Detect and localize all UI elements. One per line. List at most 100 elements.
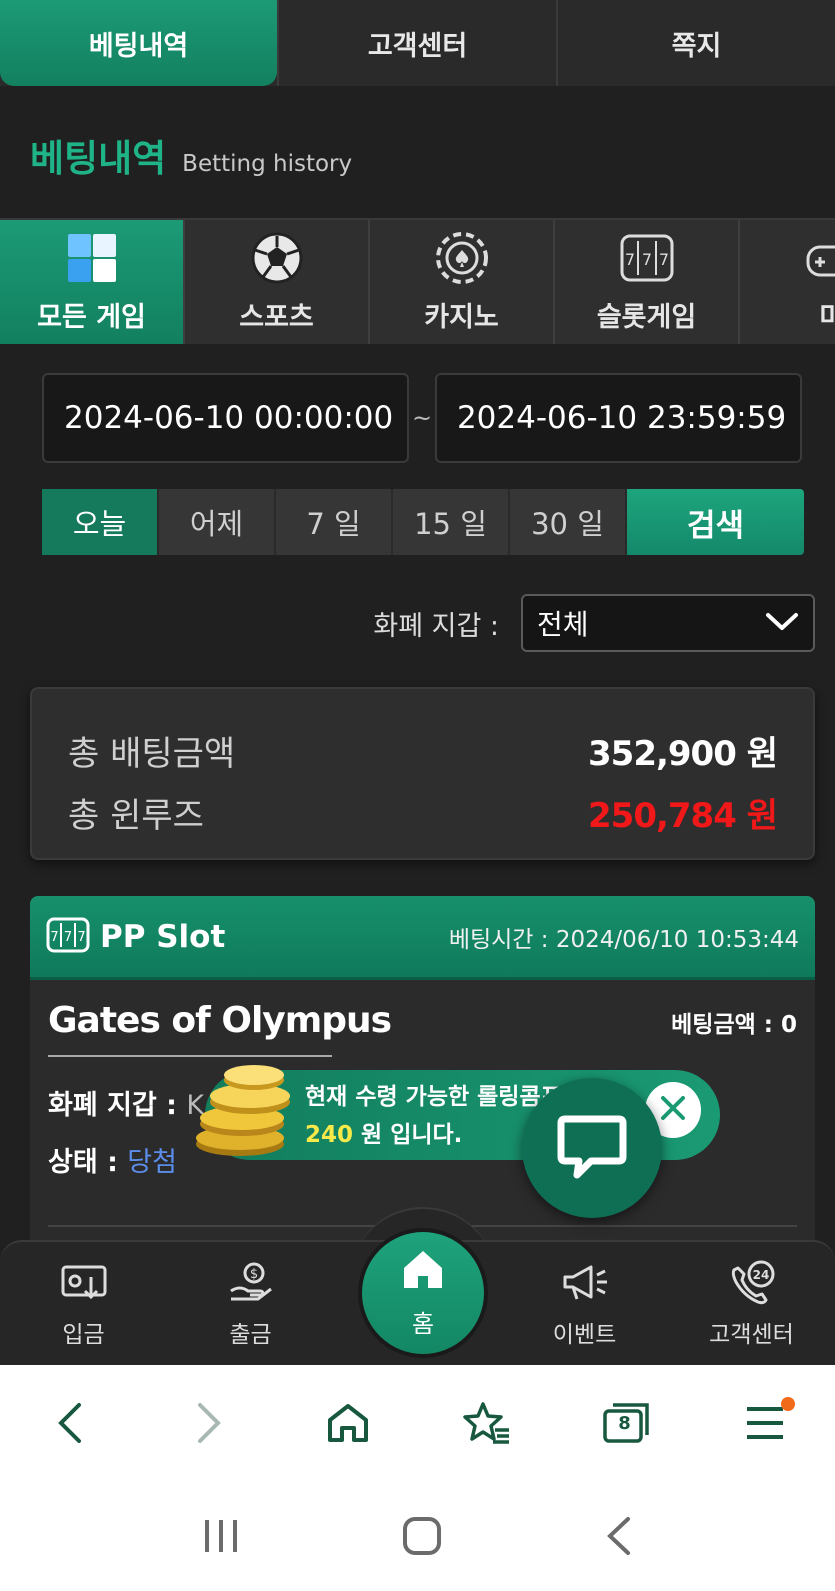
browser-forward-button[interactable] — [179, 1395, 239, 1455]
browser-tabs-button[interactable]: 8 — [596, 1395, 656, 1455]
game-category-tabs: 모든 게임 스포츠 카지노 777 슬롯게임 미 — [0, 218, 835, 344]
nav-label: 출금 — [229, 1321, 272, 1348]
system-home-button[interactable] — [402, 1516, 442, 1560]
game-tab-sports[interactable]: 스포츠 — [185, 220, 370, 344]
browser-menu-button[interactable] — [735, 1395, 796, 1455]
game-tab-mini[interactable]: 미 — [740, 220, 835, 344]
nav-label: 입금 — [62, 1321, 105, 1348]
totals-summary: 총 배팅금액 352,900 원 총 윈루즈 250,784 원 — [30, 687, 815, 860]
wallet-selected-value: 전체 — [537, 608, 589, 641]
game-tab-label: 슬롯게임 — [596, 302, 697, 333]
tab-messages[interactable]: 쪽지 — [556, 0, 835, 86]
start-date-input[interactable]: 2024-06-10 00:00:00 — [42, 373, 410, 463]
browser-home-button[interactable] — [318, 1395, 378, 1455]
promo-line1: 현재 수령 가능한 롤링콤프 — [305, 1084, 562, 1110]
total-bet-value: 352,900 원 — [588, 733, 778, 774]
chat-bubble-icon — [557, 1113, 627, 1183]
slot-machine-icon: 777 — [618, 229, 676, 287]
nav-label: 홈 — [411, 1309, 435, 1338]
promo-line2: 원 입니다. — [353, 1122, 463, 1148]
withdraw-icon: $ — [227, 1259, 275, 1307]
svg-text:7: 7 — [641, 250, 651, 269]
recent-apps-button[interactable] — [201, 1518, 241, 1558]
game-tab-label: 카지노 — [424, 302, 499, 333]
period-buttons: 오늘 어제 7 일 15 일 30 일 검색 — [42, 489, 804, 555]
nav-label: 이벤트 — [552, 1321, 617, 1348]
support-24-icon: 24 — [728, 1259, 776, 1307]
chevron-right-icon — [194, 1401, 224, 1449]
gamepad-icon — [803, 229, 835, 287]
all-games-icon — [63, 229, 121, 287]
total-winloss-row: 총 윈루즈 250,784 원 — [68, 781, 778, 843]
wallet-select[interactable]: 전체 — [521, 594, 815, 652]
total-bet-label: 총 배팅금액 — [68, 733, 236, 774]
end-date-input[interactable]: 2024-06-10 23:59:59 — [434, 373, 802, 463]
casino-chip-icon — [433, 229, 491, 287]
gold-coins-icon — [192, 1062, 302, 1162]
provider-name: PP Slot — [100, 918, 226, 955]
period-yesterday-button[interactable]: 어제 — [159, 489, 276, 555]
nav-support[interactable]: 24 고객센터 — [668, 1242, 835, 1365]
chevron-down-icon — [765, 607, 799, 640]
tab-betting-history[interactable]: 베팅내역 — [0, 0, 277, 86]
nav-home-button[interactable]: 홈 — [358, 1228, 488, 1358]
promo-amount: 240 — [305, 1122, 354, 1148]
soccer-ball-icon — [248, 229, 306, 287]
svg-text:7: 7 — [64, 930, 72, 945]
game-tab-casino[interactable]: 카지노 — [370, 220, 555, 344]
slot-machine-icon: 777 — [46, 917, 90, 957]
chevron-left-icon — [55, 1401, 85, 1449]
notification-dot — [781, 1397, 796, 1411]
nav-event[interactable]: 이벤트 — [501, 1242, 668, 1365]
total-winloss-label: 총 윈루즈 — [68, 795, 204, 836]
card-status-value: 당첨 — [127, 1147, 177, 1178]
nav-deposit[interactable]: 입금 — [0, 1242, 167, 1365]
page-title-en: Betting history — [182, 151, 353, 177]
period-today-button[interactable]: 오늘 — [42, 489, 159, 555]
svg-text:7: 7 — [50, 930, 58, 945]
total-winloss-value: 250,784 원 — [588, 795, 778, 836]
period-30days-button[interactable]: 30 일 — [510, 489, 627, 555]
date-range: 2024-06-10 00:00:00 ~ 2024-06-10 23:59:5… — [42, 373, 802, 463]
game-tab-all[interactable]: 모든 게임 — [0, 220, 185, 344]
browser-back-button[interactable] — [40, 1395, 100, 1455]
browser-bookmarks-button[interactable] — [457, 1395, 517, 1455]
chat-button[interactable] — [522, 1078, 662, 1218]
game-tab-label: 모든 게임 — [37, 302, 146, 333]
page-title: 베팅내역 Betting history — [30, 128, 352, 182]
tab-count: 8 — [618, 1413, 631, 1434]
svg-text:7: 7 — [77, 930, 85, 945]
game-tab-label: 스포츠 — [239, 302, 314, 333]
svg-text:7: 7 — [624, 250, 634, 269]
period-7days-button[interactable]: 7 일 — [276, 489, 393, 555]
nav-label: 고객센터 — [709, 1321, 794, 1348]
home-outline-icon — [326, 1402, 370, 1448]
bet-amount: 베팅금액 : 0 — [671, 1012, 797, 1038]
search-button[interactable]: 검색 — [627, 489, 804, 555]
game-name: Gates of Olympus — [48, 1000, 392, 1057]
date-separator: ~ — [411, 404, 433, 432]
card-status-label: 상태 : — [48, 1147, 118, 1178]
total-bet-row: 총 배팅금액 352,900 원 — [68, 719, 778, 781]
svg-text:24: 24 — [752, 1268, 769, 1282]
period-15days-button[interactable]: 15 일 — [393, 489, 510, 555]
tab-customer-center[interactable]: 고객센터 — [277, 0, 556, 86]
nav-withdraw[interactable]: $ 출금 — [167, 1242, 334, 1365]
megaphone-icon — [561, 1259, 609, 1307]
svg-text:7: 7 — [658, 250, 668, 269]
system-back-button[interactable] — [604, 1516, 634, 1560]
page-title-ko: 베팅내역 — [30, 137, 167, 180]
hamburger-icon — [745, 1405, 785, 1445]
svg-text:$: $ — [249, 1267, 257, 1282]
deposit-icon — [60, 1259, 108, 1307]
card-wallet-label: 화폐 지갑 : — [48, 1090, 177, 1121]
wallet-filter: 화폐 지갑 : 전체 — [0, 594, 815, 652]
game-tab-slot[interactable]: 777 슬롯게임 — [555, 220, 740, 344]
browser-toolbar: 8 — [0, 1365, 835, 1485]
wallet-label: 화폐 지갑 : — [373, 610, 499, 642]
game-tab-label: 미 — [819, 295, 835, 334]
system-nav-bar — [0, 1485, 835, 1591]
bet-time: 베팅시간 : 2024/06/10 10:53:44 — [448, 926, 799, 953]
close-icon — [658, 1093, 688, 1127]
star-list-icon — [463, 1400, 511, 1450]
